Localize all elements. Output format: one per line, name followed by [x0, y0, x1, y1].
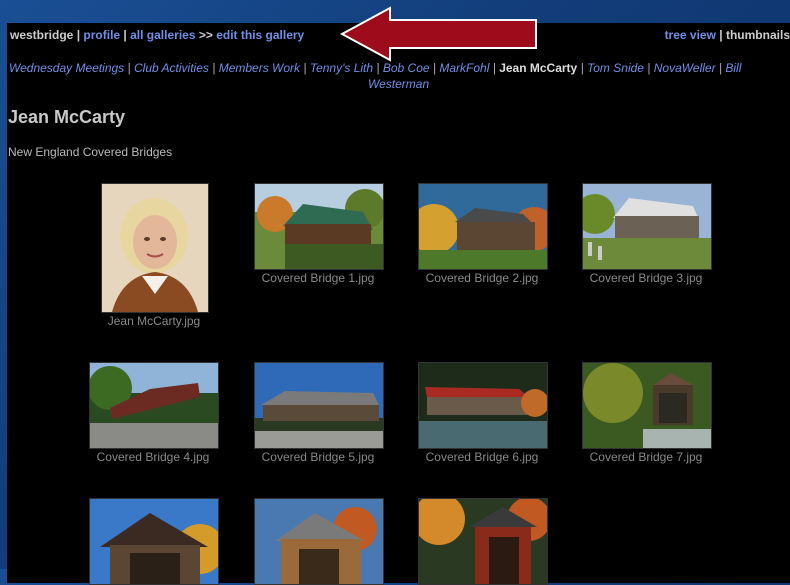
bridge-photo[interactable] [89, 362, 219, 449]
bridge-photo[interactable] [582, 183, 712, 270]
all-galleries-link[interactable]: all galleries [130, 28, 195, 42]
bridge-photo[interactable] [418, 362, 548, 449]
profile-link[interactable]: profile [83, 28, 120, 42]
thumbnail-caption: Jean McCarty.jpg [107, 314, 201, 328]
breadcrumb-separator: >> [198, 28, 213, 42]
thumbnail-caption: Covered Bridge 1.jpg [261, 271, 375, 285]
bridge-photo[interactable] [254, 498, 384, 585]
thumbnails-label: thumbnails [725, 28, 790, 42]
thumbnail-caption: Covered Bridge 4.jpg [96, 450, 210, 464]
thumbnail-item[interactable]: Covered Bridge 1.jpg [254, 183, 384, 285]
thumbnail-item[interactable]: Covered Bridge 2.jpg [418, 183, 548, 285]
red-arrow-annotation [340, 6, 537, 62]
thumbnail-item[interactable]: Covered Bridge 3.jpg [582, 183, 712, 285]
nav-item-bob-coe[interactable]: Bob Coe [383, 61, 430, 75]
nav-item-markfohl[interactable]: MarkFohl [439, 61, 489, 75]
thumbnail-caption: Covered Bridge 7.jpg [589, 450, 703, 464]
bridge-photo[interactable] [418, 183, 548, 270]
tree-view-link[interactable]: tree view [665, 28, 716, 42]
thumbnail-item[interactable]: Covered Bridge 6.jpg [418, 362, 548, 464]
thumbnail-item[interactable] [89, 498, 219, 585]
edit-gallery-link[interactable]: edit this gallery [216, 28, 304, 42]
bridge-photo[interactable] [254, 183, 384, 270]
nav-item-westerman[interactable]: Westerman [368, 77, 429, 91]
thumbnail-caption: Covered Bridge 5.jpg [261, 450, 375, 464]
thumbnail-caption: Covered Bridge 3.jpg [589, 271, 703, 285]
thumbnail-item[interactable]: Covered Bridge 5.jpg [254, 362, 384, 464]
thumbnail-item[interactable]: Jean McCarty.jpg [101, 183, 209, 328]
nav-item-wednesday-meetings[interactable]: Wednesday Meetings [9, 61, 124, 75]
nav-item-current: Jean McCarty [499, 61, 578, 75]
thumbnail-item[interactable] [418, 498, 548, 585]
nav-item-tennys-lith[interactable]: Tenny's Lith [310, 61, 373, 75]
bridge-photo[interactable] [254, 362, 384, 449]
site-name: westbridge [10, 28, 74, 42]
bridge-photo[interactable] [582, 362, 712, 449]
nav-item-club-activities[interactable]: Club Activities [134, 61, 209, 75]
gallery-title: Jean McCarty [8, 107, 126, 127]
bridge-photo[interactable] [418, 498, 548, 585]
thumbnail-item[interactable]: Covered Bridge 7.jpg [582, 362, 712, 464]
thumbnail-item[interactable]: Covered Bridge 4.jpg [89, 362, 219, 464]
nav-item-members-work[interactable]: Members Work [219, 61, 300, 75]
nav-item-bill[interactable]: Bill [725, 61, 741, 75]
gallery-description: New England Covered Bridges [8, 145, 173, 159]
nav-item-tom-snide[interactable]: Tom Snide [587, 61, 644, 75]
nav-item-novaweller[interactable]: NovaWeller [654, 61, 716, 75]
thumbnail-caption: Covered Bridge 2.jpg [425, 271, 539, 285]
thumbnail-caption: Covered Bridge 6.jpg [425, 450, 539, 464]
bridge-photo[interactable] [89, 498, 219, 585]
thumbnail-item[interactable] [254, 498, 384, 585]
portrait-photo[interactable] [101, 183, 209, 313]
gallery-page: westbridge | profile | all galleries >> … [7, 23, 790, 585]
